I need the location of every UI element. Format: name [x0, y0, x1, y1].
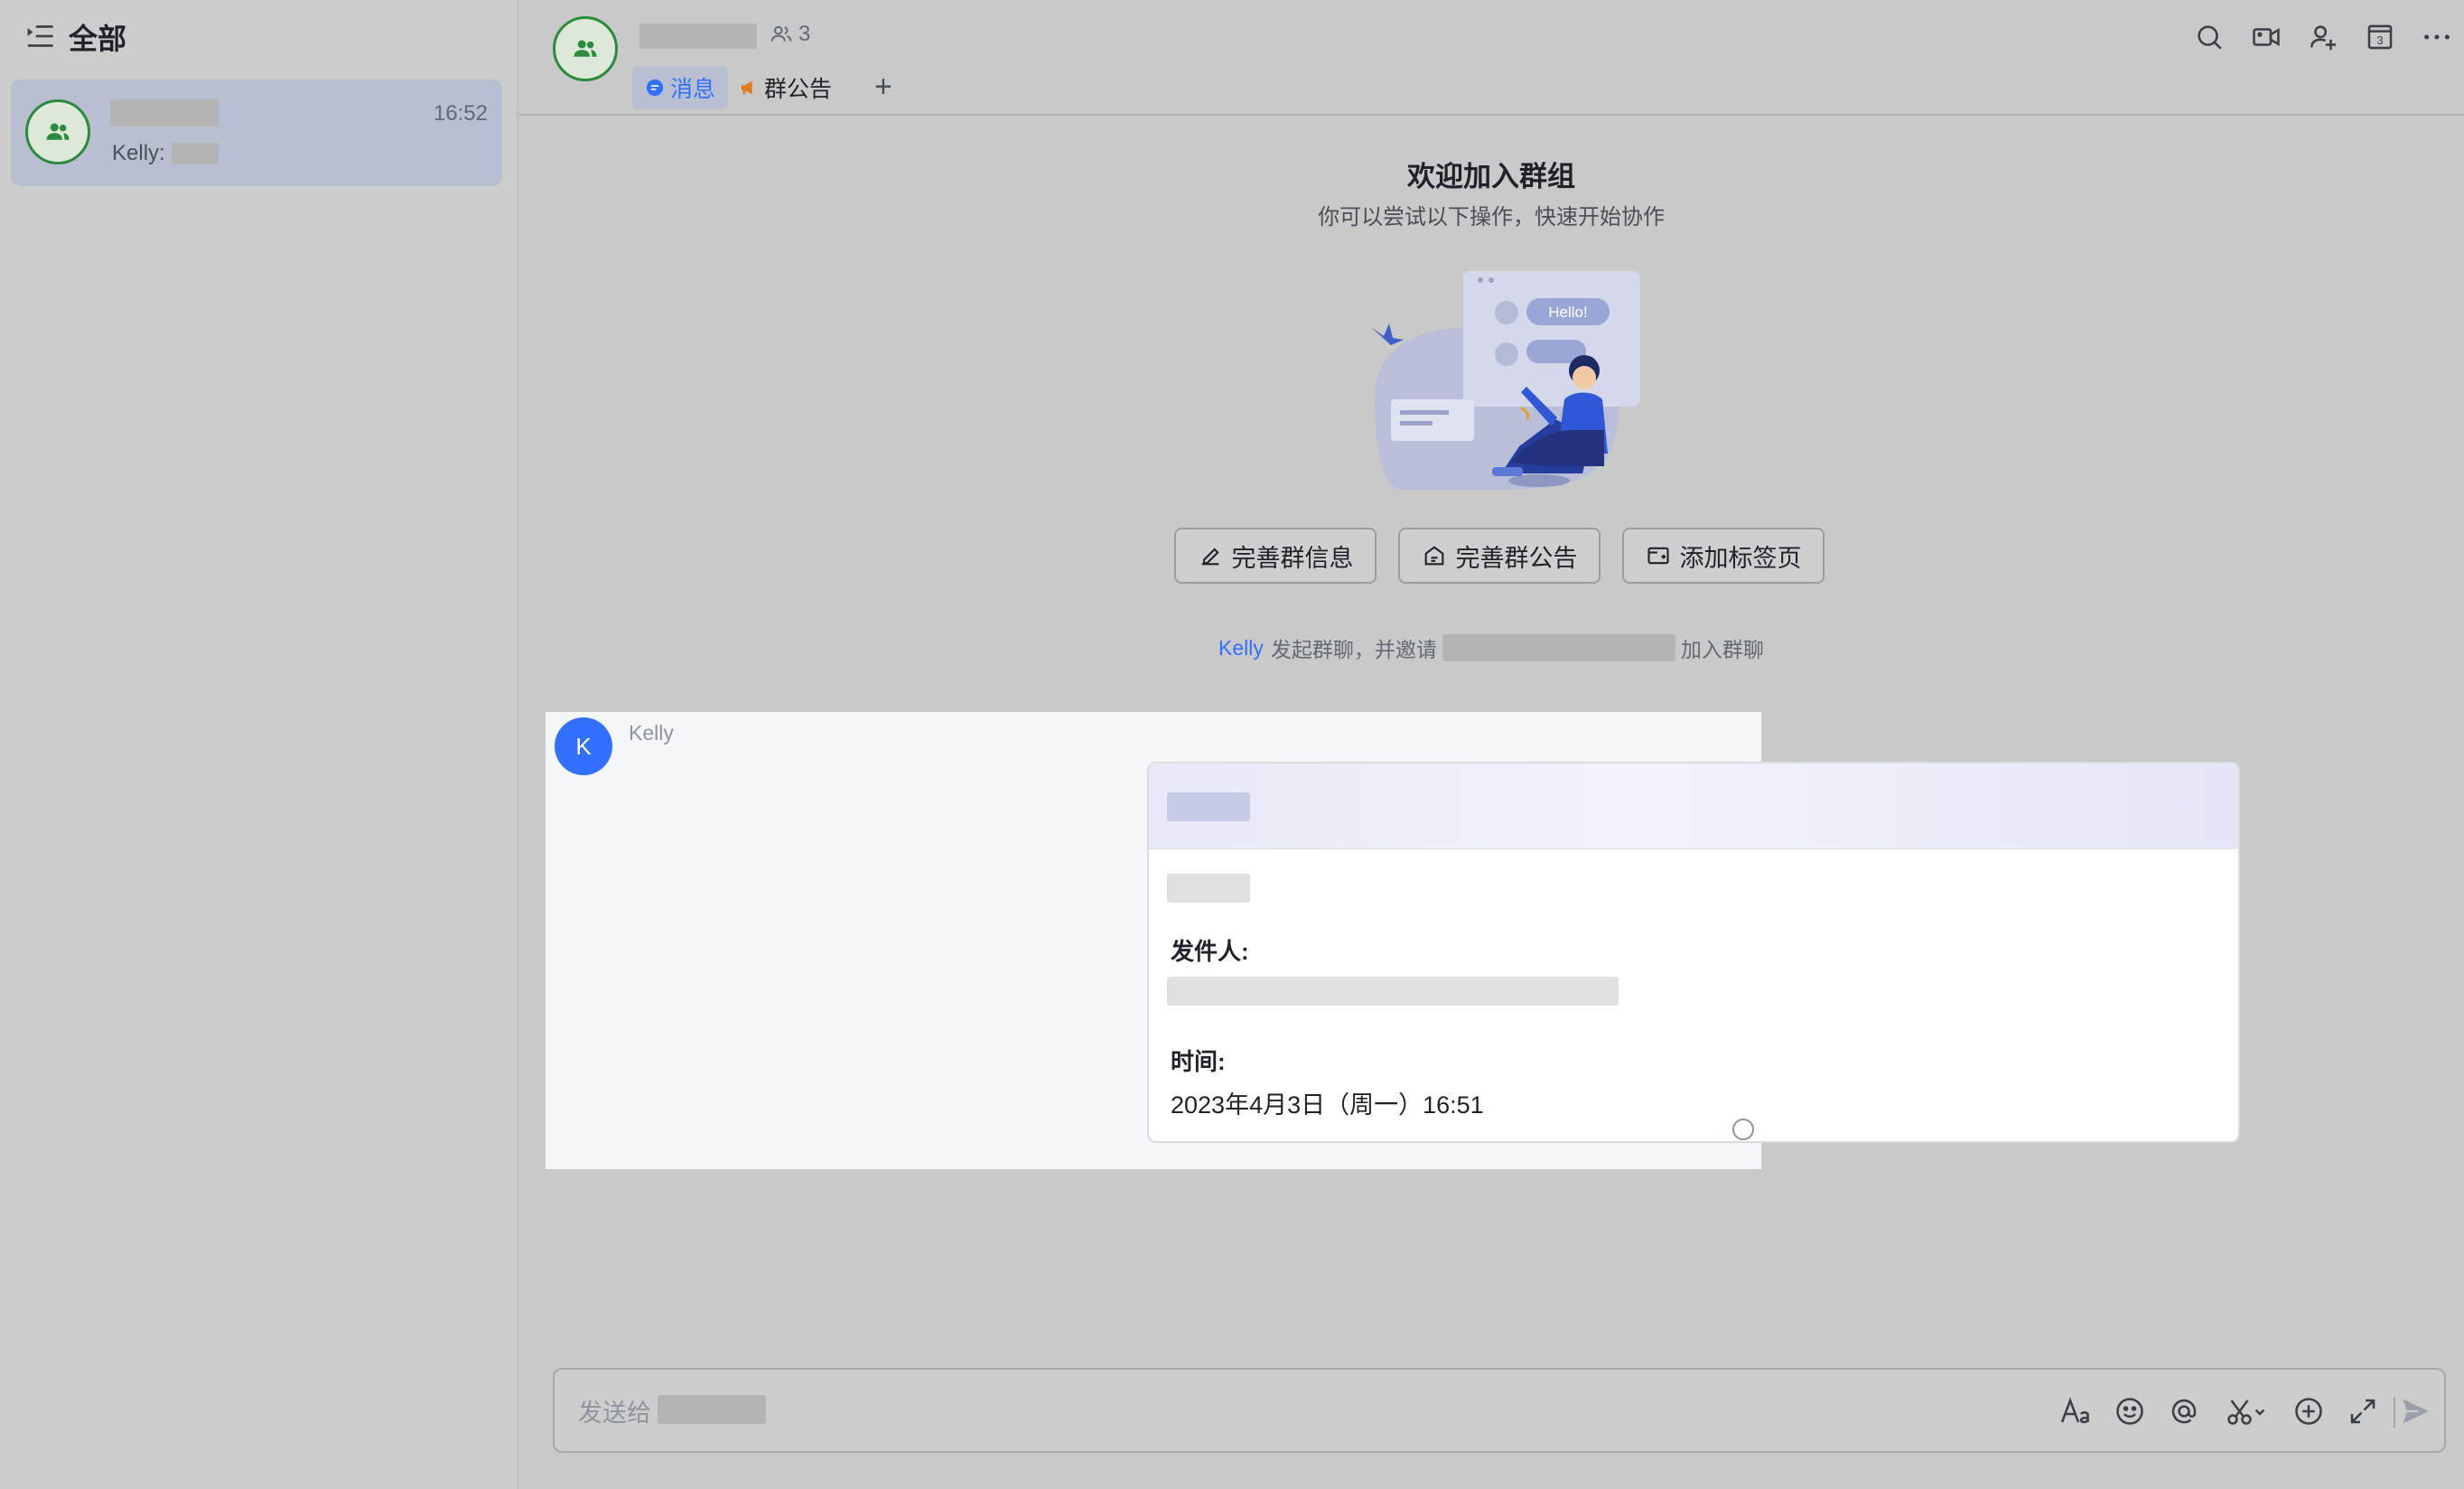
card-time-value: 2023年4月3日（周一）16:51 [1171, 1091, 1484, 1119]
screenshot-icon[interactable] [2220, 1391, 2273, 1431]
invited-members-redacted [1442, 634, 1675, 661]
card-sender-label: 发件人: [1171, 938, 1249, 965]
mention-icon[interactable] [2164, 1391, 2204, 1431]
system-message-text-before: 发起群聊，并邀请 [1270, 638, 1437, 661]
chat-time: 16:52 [433, 101, 488, 126]
sender-avatar[interactable]: K [555, 717, 612, 775]
card-sender-redacted [1167, 977, 1619, 1006]
add-member-icon[interactable] [2303, 17, 2343, 57]
system-message-text-after: 加入群聊 [1680, 638, 1764, 661]
illustration-hello: Hello! [1548, 304, 1587, 321]
complete-announcement-button[interactable]: 完善群公告 [1398, 528, 1601, 584]
tab-messages[interactable]: 消息 [632, 66, 728, 109]
message-input[interactable]: 发送给 [553, 1368, 2446, 1453]
members-icon [770, 25, 792, 42]
tab-messages-label: 消息 [669, 77, 715, 102]
complete-announcement-label: 完善群公告 [1455, 544, 1578, 572]
complete-group-info-button[interactable]: 完善群信息 [1174, 528, 1377, 584]
welcome-illustration: Hello! [1371, 271, 1640, 490]
add-icon[interactable] [2289, 1391, 2329, 1431]
welcome-title: 欢迎加入群组 [1407, 161, 1575, 192]
message-icon [646, 79, 664, 97]
card-time-label: 时间: [1171, 1048, 1226, 1075]
expand-icon[interactable] [2343, 1391, 2383, 1431]
tab-announcement-label: 群公告 [764, 77, 833, 102]
font-format-icon[interactable] [2056, 1391, 2095, 1431]
edit-icon [1201, 548, 1219, 566]
sender-name[interactable]: Kelly [629, 721, 674, 745]
group-icon [574, 40, 597, 57]
chat-list-title: 全部 [69, 23, 127, 55]
card-title-redacted [1167, 792, 1250, 821]
card-header [1149, 763, 2238, 849]
add-tab-page-button[interactable]: 添加标签页 [1622, 528, 1825, 584]
tab-icon [1647, 547, 1669, 565]
header-divider [518, 114, 2464, 116]
system-message: Kelly 发起群聊，并邀请 加入群聊 [1218, 631, 1764, 665]
chat-preview-sender: Kelly: [112, 141, 165, 165]
emoji-icon[interactable] [2110, 1391, 2150, 1431]
tab-announcement[interactable]: 群公告 [739, 66, 832, 109]
welcome-subtitle: 你可以尝试以下操作，快速开始协作 [1318, 205, 1665, 229]
message-card[interactable]: 发件人: 时间: 2023年4月3日（周一）16:51 [1147, 762, 2240, 1143]
send-icon[interactable] [2395, 1391, 2435, 1431]
composer-placeholder: 发送给 [578, 1400, 651, 1427]
search-icon[interactable] [2189, 17, 2229, 57]
video-icon[interactable] [2246, 17, 2286, 57]
collapse-sidebar-icon[interactable] [23, 20, 56, 52]
chat-header-avatar[interactable] [553, 16, 618, 81]
group-icon [46, 123, 70, 140]
read-status-icon [1732, 1119, 1754, 1140]
chat-name-redacted [110, 99, 219, 126]
chat-panel: 3 消息 群公告 + 3 欢迎加入群组 你可以尝试以下操作，快速开始协作 Hel… [518, 0, 2464, 1489]
group-avatar [25, 99, 90, 164]
system-message-actor[interactable]: Kelly [1218, 636, 1264, 660]
more-icon[interactable] [2417, 17, 2457, 57]
chat-list-sidebar: 全部 16:52 Kelly: [0, 0, 518, 1489]
card-subject-redacted [1167, 874, 1250, 903]
member-count[interactable]: 3 [770, 22, 810, 47]
add-tab-button[interactable]: + [874, 67, 892, 107]
member-count-value: 3 [798, 22, 811, 46]
add-tab-page-label: 添加标签页 [1679, 544, 1802, 572]
announcement-icon [1424, 546, 1443, 566]
calendar-day: 3 [2376, 33, 2383, 47]
chat-preview-redacted [172, 143, 219, 164]
complete-group-info-label: 完善群信息 [1231, 544, 1354, 572]
recipient-redacted [658, 1395, 766, 1424]
calendar-icon[interactable]: 3 [2360, 17, 2400, 57]
chat-title-redacted [639, 23, 757, 49]
chat-list-item[interactable]: 16:52 Kelly: [11, 80, 502, 186]
megaphone-icon [741, 80, 752, 95]
